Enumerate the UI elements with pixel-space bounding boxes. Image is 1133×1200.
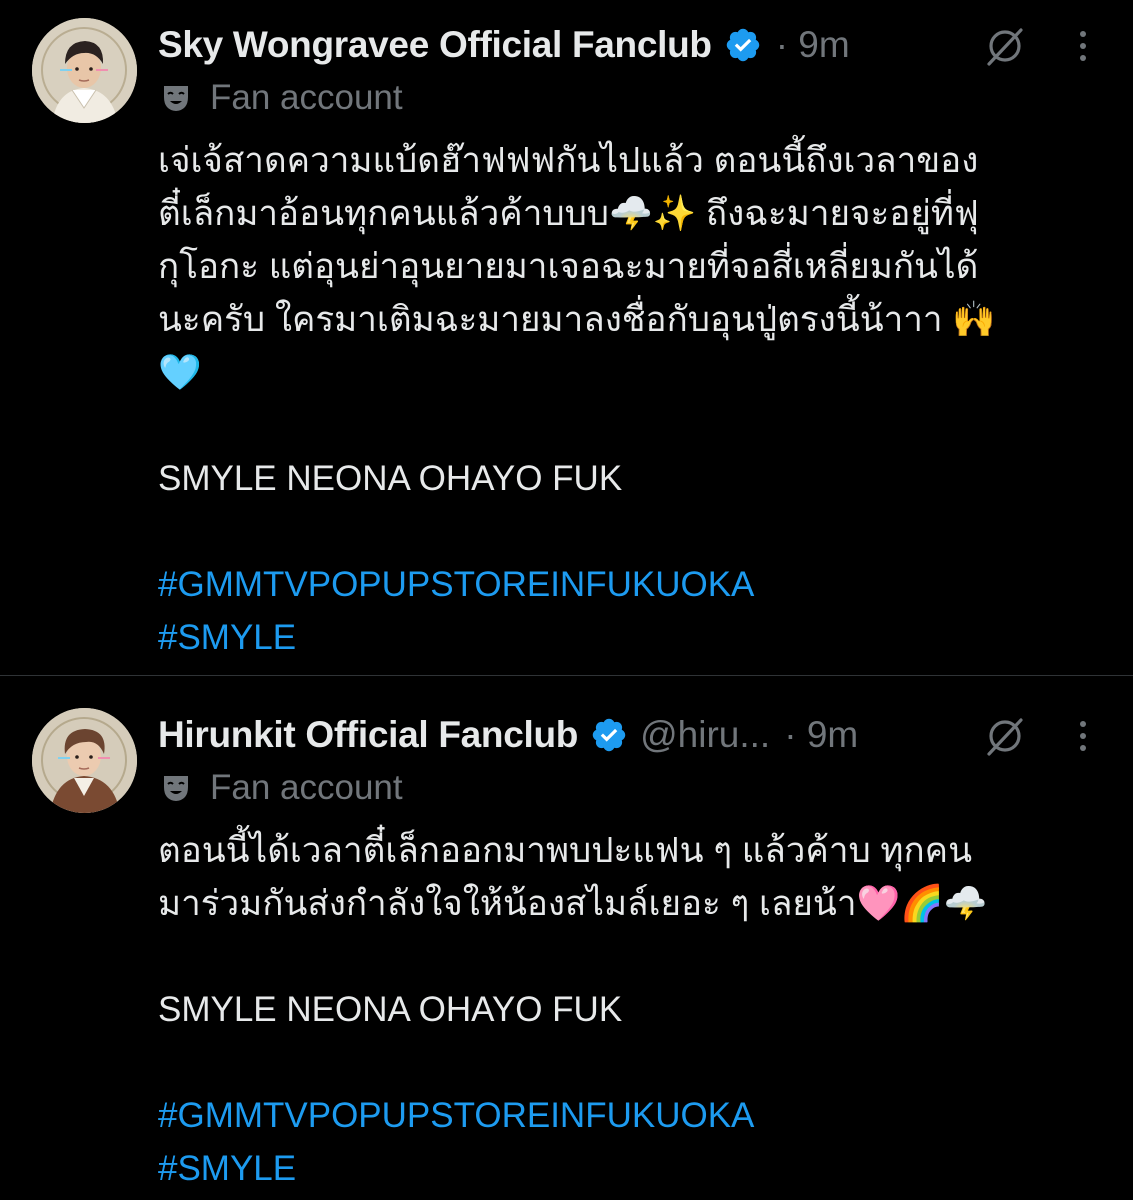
timestamp[interactable]: · 9m	[784, 714, 858, 756]
display-name[interactable]: Hirunkit Official Fanclub	[158, 714, 578, 756]
tweet-text-line: ตี๋เล็กมาอ้อนทุกคนแล้วค้าบบบ🌩️✨ ถึงฉะมาย…	[158, 194, 979, 233]
grok-icon[interactable]	[983, 714, 1027, 758]
tweet-tagline: SMYLE NEONA OHAYO FUK	[158, 459, 623, 498]
tweet-text-line: เจ่เจ้สาดความแบ้ดฮ๊าฟฟฟกันไปแล้ว ตอนนี้ถ…	[158, 141, 979, 180]
more-options-icon[interactable]	[1063, 716, 1103, 756]
more-options-icon[interactable]	[1063, 26, 1103, 66]
theater-mask-icon	[164, 86, 188, 111]
verified-badge-icon	[592, 718, 626, 752]
verified-badge-icon	[726, 28, 759, 62]
tweet-tagline: SMYLE NEONA OHAYO FUK	[158, 990, 623, 1029]
label-text: Fan account	[210, 768, 403, 807]
hashtag-link[interactable]: #SMYLE	[158, 611, 1093, 664]
tweet-text-line: ตอนนี้ได้เวลาตี๋เล็กออกมาพบปะแฟน ๆ แล้วค…	[158, 831, 973, 870]
tweet[interactable]: Sky Wongravee Official Fanclub · 9m Fan …	[0, 0, 1133, 676]
display-name[interactable]: Sky Wongravee Official Fanclub	[158, 24, 712, 66]
avatar[interactable]	[32, 708, 137, 813]
avatar[interactable]	[32, 18, 137, 123]
label-text: Fan account	[210, 78, 403, 117]
hashtag-link[interactable]: #GMMTVPOPUPSTOREINFUKUOKA	[158, 1089, 1093, 1142]
tweet-text-line: นะครับ ใครมาเติมฉะมายมาลงชื่อกับอุนปู่ตร…	[158, 300, 996, 339]
theater-mask-icon	[164, 776, 188, 801]
tweet-text-line: 🩵	[158, 353, 202, 392]
tweet-header: Hirunkit Official Fanclub @hiru... · 9m	[158, 710, 1103, 760]
tweet-text-line: กุโอกะ แต่อุนย่าอุนยายมาเจอฉะมายที่จอสี่…	[158, 247, 979, 286]
tweet-text-line: มาร่วมกันส่งกำลังใจให้น้องสไมล์เยอะ ๆ เล…	[158, 884, 988, 923]
timestamp[interactable]: · 9m	[776, 24, 850, 66]
fan-account-label: Fan account	[160, 76, 403, 120]
tweet-body: ตอนนี้ได้เวลาตี๋เล็กออกมาพบปะแฟน ๆ แล้วค…	[158, 824, 1093, 1195]
tweet-body: เจ่เจ้สาดความแบ้ดฮ๊าฟฟฟกันไปแล้ว ตอนนี้ถ…	[158, 134, 1093, 664]
hashtag-link[interactable]: #GMMTVPOPUPSTOREINFUKUOKA	[158, 558, 1093, 611]
hashtag-link[interactable]: #SMYLE	[158, 1142, 1093, 1195]
user-handle[interactable]: @hiru...	[640, 714, 770, 756]
tweet[interactable]: Hirunkit Official Fanclub @hiru... · 9m …	[0, 676, 1133, 1200]
fan-account-label: Fan account	[160, 766, 403, 810]
grok-icon[interactable]	[983, 24, 1027, 68]
tweet-header: Sky Wongravee Official Fanclub · 9m	[158, 20, 1103, 70]
